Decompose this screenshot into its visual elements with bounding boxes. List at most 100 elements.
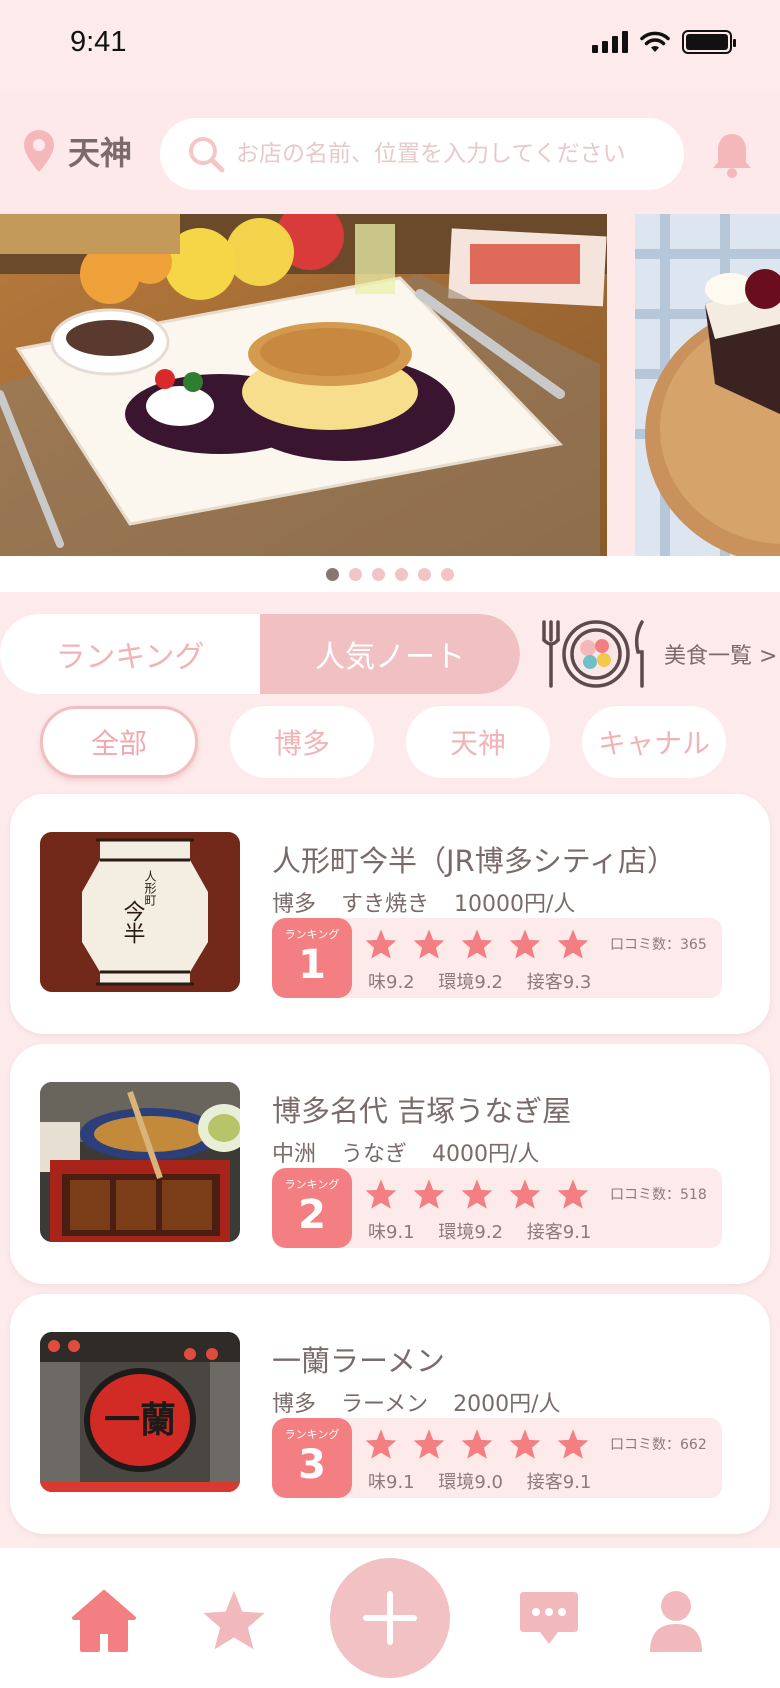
rating-panel: ランキング 1 口コミ数：365 味9.2 環境9.2 接客9.3 (272, 918, 722, 998)
score-breakdown: 味9.1 環境9.0 接客9.1 (368, 1468, 609, 1494)
restaurant-meta: 中洲 うなぎ 4000円/人 (272, 1136, 557, 1168)
restaurant-price: 2000円/人 (453, 1392, 561, 1417)
location-pin-icon (24, 130, 54, 172)
search-icon (189, 137, 225, 173)
environment-score: 環境9.2 (438, 1222, 504, 1243)
star-icon (365, 1429, 397, 1459)
restaurant-card[interactable]: 人形町 今半 人形町今半（JR博多シティ店） 博多 すき焼き 10000円/人 … (10, 794, 770, 1034)
restaurant-card[interactable]: 博多名代 吉塚うなぎ屋 中洲 うなぎ 4000円/人 ランキング 2 口コミ数：… (10, 1044, 770, 1284)
plus-icon (363, 1591, 417, 1645)
star-icon (413, 1179, 445, 1209)
carousel-dot[interactable] (326, 567, 339, 581)
filter-chip-all[interactable]: 全部 (40, 706, 198, 778)
header: 天神 (0, 92, 780, 212)
filter-chip-hakata[interactable]: 博多 (230, 706, 374, 778)
area-filter-chips: 全部 博多 天神 キャナル (40, 706, 726, 778)
star-icon (557, 1429, 589, 1459)
home-icon[interactable] (70, 1588, 138, 1652)
taste-score: 味9.2 (368, 972, 415, 993)
notification-bell-icon[interactable] (710, 130, 754, 178)
ranking-badge-label: ランキング (284, 928, 340, 941)
score-breakdown: 味9.2 環境9.2 接客9.3 (368, 968, 609, 994)
ranking-number: 3 (298, 1442, 326, 1488)
restaurant-card[interactable]: 一蘭 一蘭ラーメン 博多 ラーメン 2000円/人 ランキング 3 口コミ数：6… (10, 1294, 770, 1534)
carousel-dot[interactable] (372, 567, 385, 581)
service-score: 接客9.3 (526, 972, 592, 993)
restaurant-meta: 博多 すき焼き 10000円/人 (272, 886, 593, 918)
carousel-dot[interactable] (395, 567, 408, 581)
ranking-badge-label: ランキング (284, 1428, 340, 1441)
star-icon (413, 1429, 445, 1459)
review-count: 口コミ数：662 (610, 1437, 707, 1453)
star-icon (365, 929, 397, 959)
service-score: 接客9.1 (526, 1222, 592, 1243)
status-time: 9:41 (70, 26, 127, 58)
food-list-label: 美食一覧 > (664, 644, 778, 669)
restaurant-name[interactable]: 博多名代 吉塚うなぎ屋 (272, 1088, 571, 1130)
star-rating (364, 928, 590, 960)
restaurant-price: 4000円/人 (432, 1142, 540, 1167)
search-bar[interactable] (160, 118, 684, 190)
profile-user-icon[interactable] (646, 1588, 706, 1654)
ranking-badge: ランキング 2 (272, 1168, 352, 1248)
banner-slide-cake[interactable] (635, 214, 780, 556)
ranking-badge: ランキング 1 (272, 918, 352, 998)
star-rating (364, 1178, 590, 1210)
review-count: 口コミ数：365 (610, 937, 707, 953)
rating-panel: ランキング 3 口コミ数：662 味9.1 環境9.0 接客9.1 (272, 1418, 722, 1498)
ramen-shop-sign-text: 一蘭 (104, 1399, 176, 1441)
star-icon (509, 1179, 541, 1209)
ranking-badge: ランキング 3 (272, 1418, 352, 1498)
review-count: 口コミ数：518 (610, 1187, 707, 1203)
star-icon (461, 1179, 493, 1209)
restaurant-name[interactable]: 一蘭ラーメン (272, 1338, 445, 1380)
search-input[interactable] (236, 141, 676, 167)
environment-score: 環境9.2 (438, 972, 504, 993)
ranking-number: 2 (298, 1192, 326, 1238)
battery-icon (682, 30, 736, 54)
food-plate-icon (542, 620, 644, 688)
banner-carousel[interactable] (0, 214, 780, 556)
wifi-icon (640, 31, 670, 52)
tab-ranking[interactable]: ランキング (0, 614, 260, 694)
ranking-number: 1 (298, 942, 326, 988)
filter-chip-tenjin[interactable]: 天神 (406, 706, 550, 778)
pancake-dessert-image (0, 214, 607, 556)
favorites-star-icon[interactable] (200, 1588, 268, 1652)
chat-message-icon[interactable] (516, 1588, 582, 1648)
taste-score: 味9.1 (368, 1472, 415, 1493)
score-breakdown: 味9.1 環境9.2 接客9.1 (368, 1218, 609, 1244)
carousel-dot[interactable] (349, 567, 362, 581)
restaurant-area: 中洲 (272, 1142, 317, 1167)
ranking-badge-label: ランキング (284, 1178, 340, 1191)
restaurant-genre: すき焼き (341, 892, 430, 917)
tab-popular-notes[interactable]: 人気ノート (260, 614, 520, 694)
star-icon (557, 929, 589, 959)
restaurant-photo: 人形町 今半 (40, 832, 240, 992)
restaurant-name[interactable]: 人形町今半（JR博多シティ店） (272, 838, 676, 880)
restaurant-genre: うなぎ (341, 1142, 408, 1167)
restaurant-area: 博多 (272, 892, 317, 917)
banner-slide-pancake[interactable] (0, 214, 607, 556)
add-post-button[interactable] (330, 1558, 450, 1678)
cellular-signal-icon (592, 31, 628, 53)
star-icon (509, 929, 541, 959)
service-score: 接客9.1 (526, 1472, 592, 1493)
star-icon (461, 1429, 493, 1459)
restaurant-photo (40, 1082, 240, 1242)
carousel-dot[interactable] (418, 567, 431, 581)
filter-chip-canal[interactable]: キャナル (582, 706, 726, 778)
bottom-navigation (0, 1548, 780, 1688)
taste-score: 味9.1 (368, 1222, 415, 1243)
star-icon (461, 929, 493, 959)
food-list-link[interactable]: 美食一覧 > (538, 616, 777, 692)
tab-bar: ランキング 人気ノート (0, 614, 520, 694)
environment-score: 環境9.0 (438, 1472, 504, 1493)
lantern-small-text: 人形町 (143, 870, 157, 906)
carousel-indicator (0, 556, 780, 592)
restaurant-price: 10000円/人 (454, 892, 576, 917)
star-icon (509, 1429, 541, 1459)
location-selector[interactable]: 天神 (22, 128, 132, 174)
carousel-dot[interactable] (441, 567, 454, 581)
restaurant-photo: 一蘭 (40, 1332, 240, 1492)
